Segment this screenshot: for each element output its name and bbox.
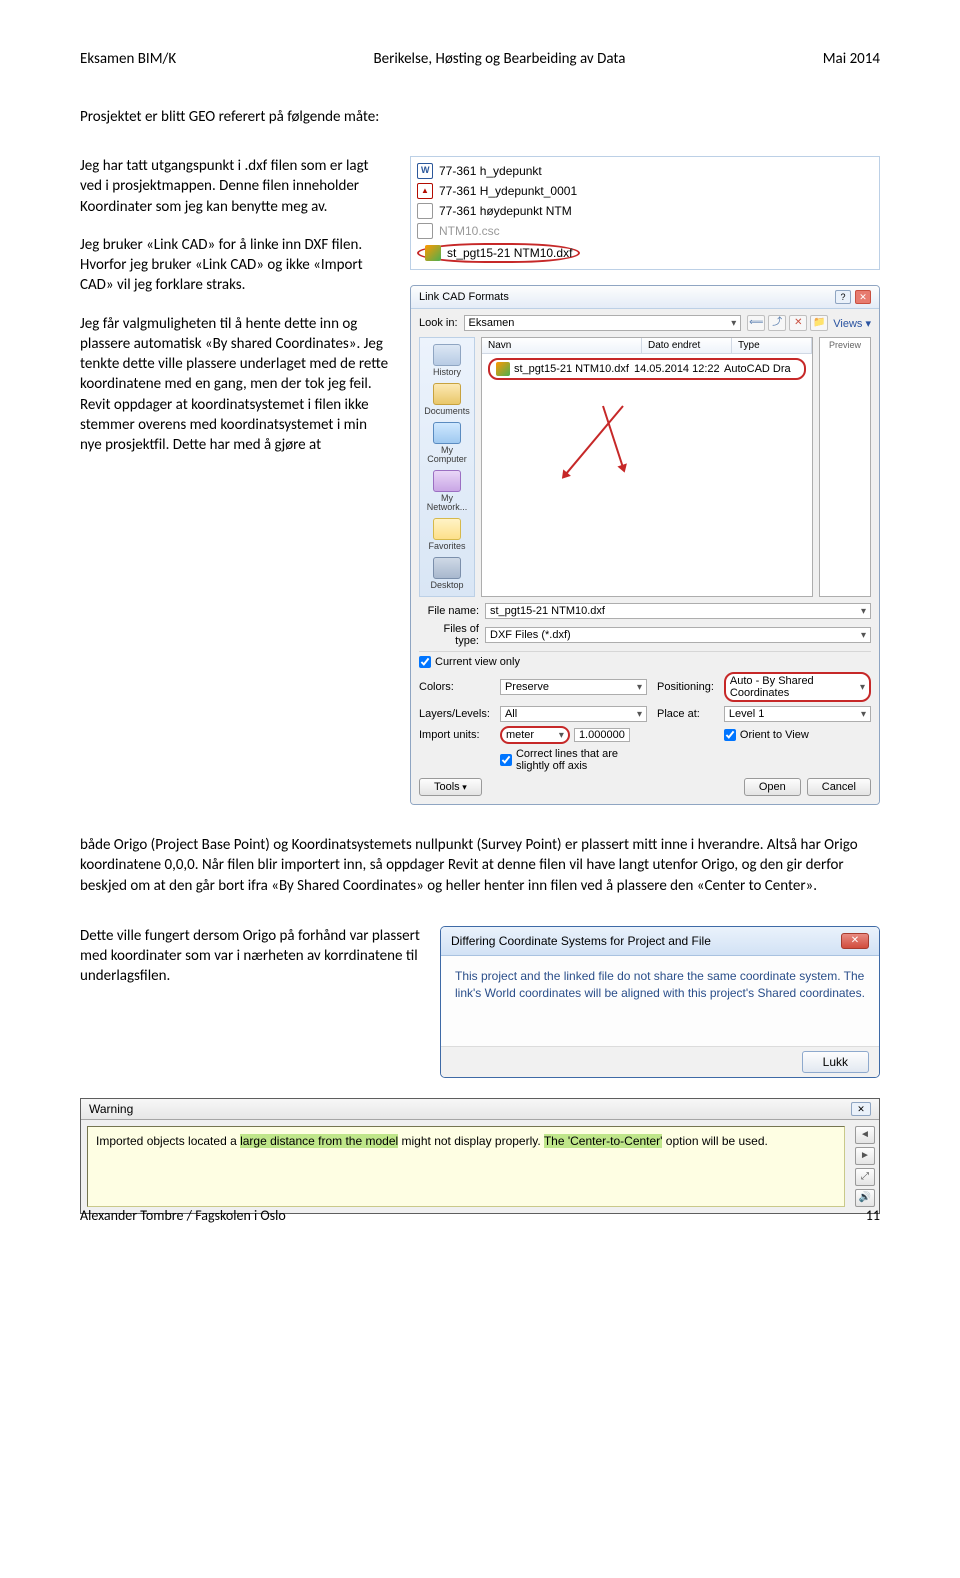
placeat-dropdown[interactable]: Level 1 (724, 706, 871, 722)
link-cad-dialog: Link CAD Formats ? ✕ Look in: Eksamen ⟸ … (410, 285, 880, 805)
header-center: Berikelse, Høsting og Bearbeiding av Dat… (373, 50, 625, 68)
place-network[interactable]: My Network... (422, 470, 472, 512)
dxf-icon (496, 362, 510, 376)
placeat-label: Place at: (657, 708, 714, 720)
col-type[interactable]: Type (732, 338, 812, 353)
text-column: Jeg har tatt utgangspunkt i .dxf filen s… (80, 156, 390, 805)
file-name[interactable]: NTM10.csc (439, 224, 500, 238)
file-name[interactable]: st_pgt15-21 NTM10.dxf (447, 246, 572, 260)
orient-checkbox[interactable] (724, 729, 736, 741)
full-width-paragraph: både Origo (Project Base Point) og Koord… (80, 835, 880, 896)
newfolder-button[interactable]: 📁 (810, 315, 828, 331)
help-button[interactable]: ? (835, 290, 851, 304)
up-button[interactable]: ⤴ (768, 315, 786, 331)
filename-input[interactable]: st_pgt15-21 NTM10.dxf (485, 603, 871, 619)
colors-label: Colors: (419, 681, 490, 693)
word-icon (417, 163, 433, 179)
expand-button[interactable]: ⤢ (855, 1168, 875, 1186)
positioning-label: Positioning: (657, 681, 714, 693)
header-left: Eksamen BIM/K (80, 50, 176, 68)
places-bar: History Documents My Computer My Network… (419, 337, 475, 597)
footer-page-number: 11 (866, 1207, 880, 1224)
lookin-dropdown[interactable]: Eksamen (464, 315, 742, 331)
place-desktop[interactable]: Desktop (430, 557, 463, 590)
prev-warning-button[interactable]: ◄ (855, 1126, 875, 1144)
explorer-file-list: 77-361 h_ydepunkt 77-361 H_ydepunkt_0001… (410, 156, 880, 270)
file-list-pane: Navn Dato endret Type st_pgt15-21 NTM10.… (481, 337, 813, 597)
correct-label: Correct lines that are slightly off axis (516, 748, 647, 772)
units-label: Import units: (419, 729, 490, 741)
close-button[interactable]: ✕ (841, 933, 869, 949)
warning-text: Imported objects located a large distanc… (87, 1126, 845, 1207)
file-name[interactable]: 77-361 H_ydepunkt_0001 (439, 184, 577, 198)
bottom-paragraph: Dette ville fungert dersom Origo på forh… (80, 926, 420, 1078)
place-history[interactable]: History (433, 344, 461, 377)
cancel-button[interactable]: Cancel (807, 778, 871, 796)
coord-warning-dialog: Differing Coordinate Systems for Project… (440, 926, 880, 1078)
layers-dropdown[interactable]: All (500, 706, 647, 722)
page-header: Eksamen BIM/K Berikelse, Høsting og Bear… (80, 50, 880, 68)
header-right: Mai 2014 (823, 50, 880, 68)
file-name[interactable]: 77-361 høydepunkt NTM (439, 204, 572, 218)
layers-label: Layers/Levels: (419, 708, 490, 720)
paragraph-1: Jeg har tatt utgangspunkt i .dxf filen s… (80, 156, 390, 217)
selected-file-row[interactable]: st_pgt15-21 NTM10.dxf 14.05.2014 12:22 A… (488, 358, 806, 380)
filetype-dropdown[interactable]: DXF Files (*.dxf) (485, 627, 871, 643)
dialog-title: Differing Coordinate Systems for Project… (451, 934, 711, 948)
page-footer: Alexander Tombre / Fagskolen i Oslo 11 (80, 1207, 880, 1224)
footer-left: Alexander Tombre / Fagskolen i Oslo (80, 1207, 286, 1224)
place-computer[interactable]: My Computer (422, 422, 472, 464)
views-dropdown[interactable]: Views ▾ (833, 317, 871, 330)
next-warning-button[interactable]: ► (855, 1147, 875, 1165)
filename-label: File name: (419, 605, 479, 617)
orient-label: Orient to View (740, 729, 809, 741)
pdf-icon (417, 183, 433, 199)
close-button[interactable]: ✕ (855, 290, 871, 304)
units-dropdown[interactable]: meter (500, 726, 570, 744)
close-ok-button[interactable]: Lukk (802, 1051, 869, 1073)
current-view-checkbox[interactable] (419, 656, 431, 668)
warning-dialog: Warning ✕ Imported objects located a lar… (80, 1098, 880, 1214)
intro-text: Prosjektet er blitt GEO referert på følg… (80, 108, 880, 126)
col-date[interactable]: Dato endret (642, 338, 732, 353)
dialog-title: Link CAD Formats (419, 291, 509, 303)
positioning-dropdown[interactable]: Auto - By Shared Coordinates (724, 672, 871, 702)
text-icon (417, 203, 433, 219)
scale-value[interactable]: 1.000000 (574, 728, 630, 742)
dxf-icon (425, 245, 441, 261)
back-button[interactable]: ⟸ (747, 315, 765, 331)
warning-title: Warning (89, 1102, 133, 1116)
paragraph-2: Jeg bruker «Link CAD» for å linke inn DX… (80, 235, 390, 296)
place-documents[interactable]: Documents (424, 383, 470, 416)
text-icon (417, 223, 433, 239)
preview-pane: Preview (819, 337, 871, 597)
delete-button[interactable]: ✕ (789, 315, 807, 331)
col-name[interactable]: Navn (482, 338, 642, 353)
sound-button[interactable]: 🔊 (855, 1189, 875, 1207)
highlight-circle: st_pgt15-21 NTM10.dxf (417, 243, 580, 263)
place-favorites[interactable]: Favorites (428, 518, 465, 551)
colors-dropdown[interactable]: Preserve (500, 679, 647, 695)
current-view-label: Current view only (435, 656, 520, 668)
close-button[interactable]: ✕ (851, 1102, 871, 1116)
paragraph-3: Jeg får valgmuligheten til å hente dette… (80, 314, 390, 456)
lookin-label: Look in: (419, 317, 458, 329)
filetype-label: Files of type: (419, 623, 479, 647)
file-name[interactable]: 77-361 h_ydepunkt (439, 164, 542, 178)
dialog-body: This project and the linked file do not … (441, 956, 879, 1046)
correct-checkbox[interactable] (500, 754, 512, 766)
tools-button[interactable]: Tools (419, 778, 482, 796)
open-button[interactable]: Open (744, 778, 801, 796)
